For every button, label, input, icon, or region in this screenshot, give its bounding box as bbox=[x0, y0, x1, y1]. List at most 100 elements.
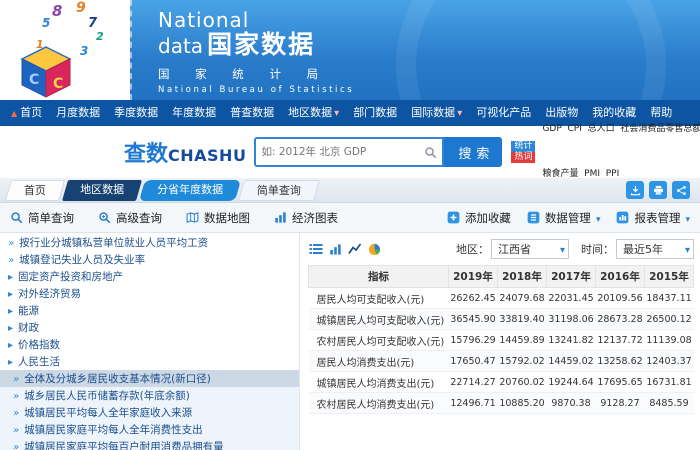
hot-words-line2[interactable]: 粮食产量 PMI PPI bbox=[542, 167, 700, 182]
value-cell[interactable]: 15796.29 bbox=[449, 330, 498, 351]
sidebar-item-8[interactable]: 人民生活 bbox=[0, 353, 299, 370]
region-select[interactable]: 江西省 bbox=[491, 239, 569, 259]
sidebar-item-1[interactable]: 按行业分城镇私营单位就业人员平均工资 bbox=[0, 234, 299, 251]
nav-item-3[interactable]: 季度数据 bbox=[107, 100, 165, 126]
value-cell[interactable]: 31198.06 bbox=[547, 309, 596, 330]
double-arrow-icon bbox=[8, 254, 14, 266]
hot-words-line1[interactable]: GDP CPI 总人口 社会消费品零售总额 bbox=[542, 122, 700, 137]
value-cell[interactable]: 15792.02 bbox=[498, 351, 547, 372]
value-cell[interactable]: 14459.89 bbox=[498, 330, 547, 351]
share-button[interactable] bbox=[672, 181, 690, 199]
sidebar-item-6[interactable]: 财政 bbox=[0, 319, 299, 336]
arrow-right-icon bbox=[8, 322, 13, 334]
economic-chart-button[interactable]: 经济图表 bbox=[274, 210, 338, 226]
table-view-button[interactable] bbox=[308, 242, 324, 256]
search-input[interactable] bbox=[261, 146, 424, 158]
advanced-query-label: 高级查询 bbox=[116, 210, 162, 226]
download-button[interactable] bbox=[626, 181, 644, 199]
nav-item-6[interactable]: 地区数据 bbox=[281, 100, 346, 126]
value-cell[interactable]: 8485.59 bbox=[645, 393, 694, 414]
brand-data-line: data国家数据 bbox=[158, 31, 700, 62]
download-icon bbox=[630, 185, 641, 196]
value-cell[interactable]: 12403.37 bbox=[645, 351, 694, 372]
double-arrow-icon bbox=[13, 390, 19, 402]
pie-chart-button[interactable] bbox=[367, 242, 382, 257]
sidebar-sub-item-1[interactable]: 全体及分城乡居民收支基本情况(新口径) bbox=[0, 370, 299, 387]
bar-chart-button[interactable] bbox=[328, 242, 343, 257]
double-arrow-icon bbox=[13, 373, 19, 385]
value-cell[interactable]: 12496.71 bbox=[449, 393, 498, 414]
nav-item-label: 国际数据 bbox=[411, 106, 455, 119]
value-cell[interactable]: 9870.38 bbox=[547, 393, 596, 414]
value-cell[interactable]: 33819.40 bbox=[498, 309, 547, 330]
nav-item-8[interactable]: 国际数据 bbox=[404, 100, 469, 126]
search-button[interactable]: 搜索 bbox=[444, 137, 502, 167]
time-select[interactable]: 最近5年 bbox=[616, 239, 694, 259]
value-cell[interactable]: 26262.45 bbox=[449, 288, 498, 309]
tab-3-active[interactable]: 分省年度数据 bbox=[139, 180, 241, 201]
nav-item-7[interactable]: 部门数据 bbox=[346, 100, 404, 126]
print-button[interactable] bbox=[649, 181, 667, 199]
sidebar-item-label: 价格指数 bbox=[18, 337, 60, 352]
indicator-cell: 居民人均消费支出(元) bbox=[309, 351, 449, 372]
search-icon[interactable] bbox=[424, 146, 437, 159]
tab-4[interactable]: 简单查询 bbox=[238, 180, 320, 201]
value-cell[interactable]: 9128.27 bbox=[596, 393, 645, 414]
value-cell[interactable]: 13241.82 bbox=[547, 330, 596, 351]
value-cell[interactable]: 20760.02 bbox=[498, 372, 547, 393]
value-cell[interactable]: 12137.72 bbox=[596, 330, 645, 351]
sidebar-sub-item-5[interactable]: 城镇居民家庭平均每百户耐用消费品拥有量 bbox=[0, 438, 299, 450]
line-chart-button[interactable] bbox=[347, 242, 363, 256]
value-cell[interactable]: 18437.11 bbox=[645, 288, 694, 309]
value-cell[interactable]: 13258.62 bbox=[596, 351, 645, 372]
indicator-cell: 农村居民人均可支配收入(元) bbox=[309, 330, 449, 351]
simple-query-button[interactable]: 简单查询 bbox=[10, 210, 74, 226]
value-cell[interactable]: 14459.02 bbox=[547, 351, 596, 372]
value-cell[interactable]: 24079.68 bbox=[498, 288, 547, 309]
nav-item-4[interactable]: 年度数据 bbox=[165, 100, 223, 126]
value-cell[interactable]: 10885.20 bbox=[498, 393, 547, 414]
nav-item-9[interactable]: 可视化产品 bbox=[469, 100, 538, 126]
sidebar-item-5[interactable]: 能源 bbox=[0, 302, 299, 319]
sidebar-item-7[interactable]: 价格指数 bbox=[0, 336, 299, 353]
value-cell[interactable]: 26500.12 bbox=[645, 309, 694, 330]
cube-logo-icon: C C bbox=[18, 46, 74, 98]
value-cell[interactable]: 11139.08 bbox=[645, 330, 694, 351]
value-cell[interactable]: 16731.81 bbox=[645, 372, 694, 393]
logo-zone: C C 8957132 bbox=[0, 0, 130, 100]
value-cell[interactable]: 19244.64 bbox=[547, 372, 596, 393]
add-favorite-button[interactable]: 添加收藏 bbox=[447, 210, 511, 226]
column-header-2018年: 2018年 bbox=[498, 266, 547, 288]
value-cell[interactable]: 20109.56 bbox=[596, 288, 645, 309]
data-manage-button[interactable]: 数据管理 bbox=[527, 210, 601, 226]
tab-label: 简单查询 bbox=[257, 181, 301, 201]
content: 按行业分城镇私营单位就业人员平均工资城镇登记失业人员及失业率固定资产投资和房地产… bbox=[0, 233, 700, 450]
report-manage-button[interactable]: 报表管理 bbox=[616, 210, 690, 226]
sidebar-sub-item-label: 城乡居民人民币储蓄存款(年底余额) bbox=[24, 388, 190, 403]
tab-label: 地区数据 bbox=[80, 180, 124, 200]
value-cell[interactable]: 22031.45 bbox=[547, 288, 596, 309]
tab-1[interactable]: 首页 bbox=[5, 180, 65, 201]
nav-item-1[interactable]: 首页 bbox=[4, 100, 49, 126]
svg-text:C: C bbox=[29, 72, 39, 88]
sidebar-sub-item-2[interactable]: 城乡居民人民币储蓄存款(年底余额) bbox=[0, 387, 299, 404]
advanced-query-button[interactable]: 高级查询 bbox=[98, 210, 162, 226]
sidebar-sub-item-3[interactable]: 城镇居民平均每人全年家庭收入来源 bbox=[0, 404, 299, 421]
sidebar-item-4[interactable]: 对外经济贸易 bbox=[0, 285, 299, 302]
nav-item-5[interactable]: 普查数据 bbox=[223, 100, 281, 126]
value-cell[interactable]: 28673.28 bbox=[596, 309, 645, 330]
economic-chart-label: 经济图表 bbox=[292, 210, 338, 226]
nav-item-2[interactable]: 月度数据 bbox=[49, 100, 107, 126]
value-cell-selected[interactable]: 36545.90 bbox=[449, 309, 498, 330]
value-cell[interactable]: 22714.27 bbox=[449, 372, 498, 393]
sidebar-item-3[interactable]: 固定资产投资和房地产 bbox=[0, 268, 299, 285]
indicator-sidebar: 按行业分城镇私营单位就业人员平均工资城镇登记失业人员及失业率固定资产投资和房地产… bbox=[0, 233, 300, 450]
value-cell[interactable]: 17650.47 bbox=[449, 351, 498, 372]
tab-2[interactable]: 地区数据 bbox=[62, 180, 142, 201]
value-cell[interactable]: 17695.65 bbox=[596, 372, 645, 393]
column-header-2015年: 2015年 bbox=[645, 266, 694, 288]
sidebar-sub-item-4[interactable]: 城镇居民家庭平均每人全年消费性支出 bbox=[0, 421, 299, 438]
sidebar-item-2[interactable]: 城镇登记失业人员及失业率 bbox=[0, 251, 299, 268]
nav-item-label: 部门数据 bbox=[353, 106, 397, 119]
data-map-button[interactable]: 数据地图 bbox=[186, 210, 250, 226]
